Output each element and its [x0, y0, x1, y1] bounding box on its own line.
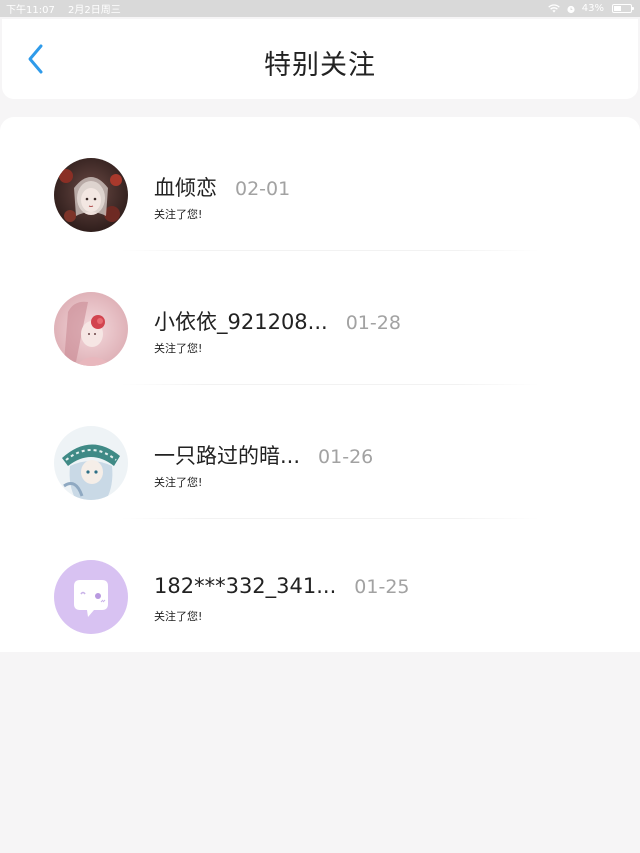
name-line: 一只路过的暗... 01-26 [154, 440, 373, 470]
list-item[interactable]: 血倾恋 02-01 关注了您! [0, 117, 640, 251]
avatar [54, 426, 128, 500]
status-date: 2月2日周三 [68, 5, 121, 16]
wifi-icon [548, 4, 560, 13]
follow-message: 关注了您! [154, 610, 203, 623]
battery-icon [612, 4, 634, 13]
name-line: 血倾恋 02-01 [154, 172, 290, 202]
battery-level [614, 6, 621, 11]
list-item[interactable]: 一只路过的暗... 01-26 关注了您! [0, 385, 640, 519]
list-item[interactable]: 小依依_921208... 01-28 关注了您! [0, 251, 640, 385]
follow-message: 关注了您! [154, 208, 203, 221]
avatar [54, 292, 128, 366]
status-bar: 下午11:07 2月2日周三 43% [0, 0, 640, 17]
follow-date: 01-28 [345, 312, 401, 334]
follow-date: 01-25 [354, 576, 410, 598]
list-item[interactable]: 182***332_341... 01-25 关注了您! [0, 519, 640, 653]
follow-date: 01-26 [318, 446, 374, 468]
name-line: 182***332_341... 01-25 [154, 574, 410, 598]
page-title: 特别关注 [264, 50, 376, 81]
avatar [54, 158, 128, 232]
user-name: 小依依_921208... [154, 310, 328, 334]
status-time: 下午11:07 [6, 5, 55, 16]
follow-message: 关注了您! [154, 476, 203, 489]
avatar [54, 560, 128, 634]
header: 特别关注 [2, 19, 638, 99]
follow-message: 关注了您! [154, 342, 203, 355]
user-name: 182***332_341... [154, 574, 337, 598]
follow-list: 血倾恋 02-01 关注了您! 小依依_921208... 01-28 关注了您… [0, 117, 640, 652]
status-right: 43% [548, 3, 634, 14]
status-left: 下午11:07 2月2日周三 [6, 1, 131, 16]
name-line: 小依依_921208... 01-28 [154, 306, 401, 336]
alarm-icon [567, 5, 575, 13]
battery-percent: 43% [581, 3, 604, 14]
follow-date: 02-01 [235, 178, 291, 200]
user-name: 一只路过的暗... [154, 444, 301, 468]
user-name: 血倾恋 [154, 176, 217, 200]
